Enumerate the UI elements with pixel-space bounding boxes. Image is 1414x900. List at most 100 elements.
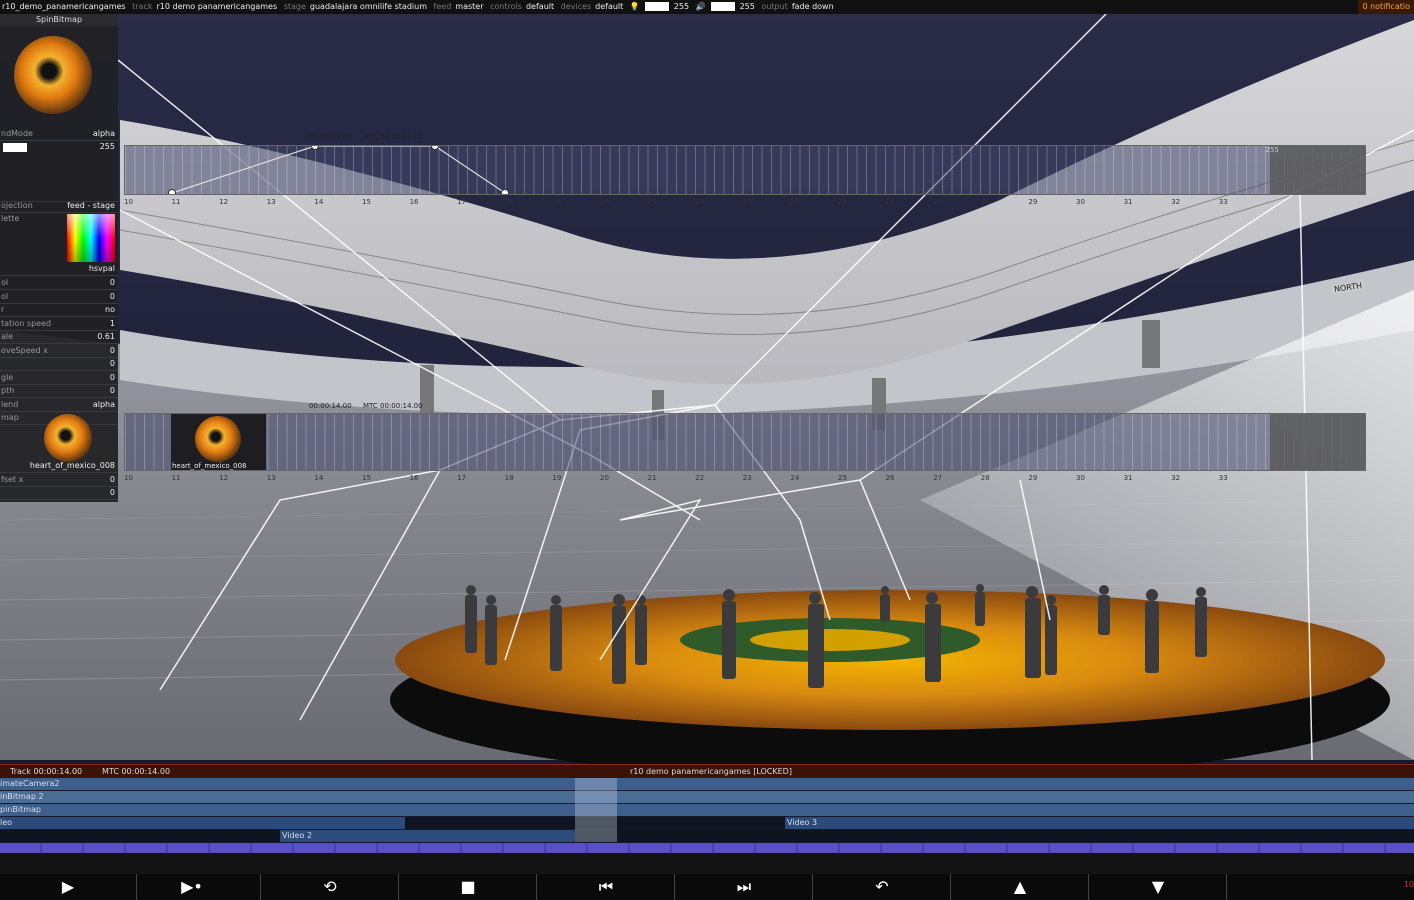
devices-selector[interactable]: default: [593, 2, 625, 11]
sequencer-scroll-area[interactable]: [0, 853, 1414, 874]
property-row[interactable]: fset x 0: [0, 474, 118, 487]
hsv-palette-swatch[interactable]: [67, 214, 115, 262]
ruler-tick-label: 10: [124, 474, 133, 482]
property-label: fset x: [1, 475, 24, 484]
ruler-tick-label: 26: [885, 198, 895, 206]
blend-mode-row[interactable]: ndMode alpha: [0, 128, 118, 141]
output-selector[interactable]: fade down: [790, 2, 836, 11]
property-label: lend: [1, 399, 19, 409]
loop-button[interactable]: ⟲: [262, 874, 399, 900]
playhead-column[interactable]: [575, 778, 617, 842]
play-button[interactable]: ▶: [0, 874, 137, 900]
ruler-tick-label: 25: [838, 198, 847, 206]
ruler-tick-label: 32: [1171, 474, 1181, 482]
keyframe-point[interactable]: [168, 189, 176, 195]
property-row[interactable]: gle 0: [0, 372, 118, 385]
blend-mode-label: ndMode: [1, 129, 33, 138]
ruler-tick-label: 22: [695, 474, 705, 482]
move-up-button[interactable]: ▲: [952, 874, 1089, 900]
ruler-tick-label: 16: [409, 198, 419, 206]
play-from-cursor-button[interactable]: ▶•: [124, 874, 261, 900]
ruler-tick-label: 28: [980, 198, 990, 206]
cue-strip[interactable]: [0, 843, 1414, 853]
property-value: 0: [109, 278, 115, 287]
automation-timeline-bitmap[interactable]: heart_of_mexico_008: [124, 413, 1366, 471]
palette-row[interactable]: lette hsvpal: [0, 213, 118, 276]
property-value: alpha: [92, 399, 115, 409]
layer-properties-panel: SpinBitmap ndMode alpha 255 ojection fee…: [0, 14, 118, 502]
video-clip[interactable]: Video 2: [280, 830, 575, 842]
light-level-slider[interactable]: [644, 2, 669, 11]
track-row[interactable]: leo Video 3: [0, 817, 1414, 829]
opacity-row[interactable]: 255: [0, 141, 118, 202]
property-value: 0: [109, 488, 115, 497]
controls-selector[interactable]: default: [524, 2, 556, 11]
stop-button[interactable]: ■: [400, 874, 537, 900]
stage-key: stage: [283, 2, 306, 11]
track-row[interactable]: inBitmap 2: [0, 791, 1414, 803]
ruler-tick-label: 25: [838, 474, 847, 482]
automation-timeline-opacity[interactable]: 255: [124, 145, 1366, 195]
property-row[interactable]: ale 0.61: [0, 331, 118, 344]
skip-forward-icon: ⏭: [736, 877, 752, 896]
track-row[interactable]: pinBitmap: [0, 804, 1414, 816]
volume-slider[interactable]: [710, 2, 735, 11]
record-indicator[interactable]: 10: [1404, 880, 1414, 889]
opacity-swatch[interactable]: [3, 143, 27, 152]
ruler-tick-label: 33: [1218, 198, 1228, 206]
bitmap-keyframe[interactable]: heart_of_mexico_008: [171, 414, 266, 470]
bitmap-thumb-row[interactable]: heart_of_mexico_008: [0, 410, 118, 473]
video-clip[interactable]: Video 3: [785, 817, 1414, 829]
property-row[interactable]: ol 0: [0, 277, 118, 290]
property-row[interactable]: 0: [0, 358, 118, 371]
property-row[interactable]: tation speed 1: [0, 318, 118, 331]
project-name[interactable]: r10_demo_panamericangames: [0, 2, 128, 11]
ruler-tick-label: 19: [552, 474, 562, 482]
bitmap-keyframe-thumbnail: [195, 416, 241, 462]
property-row[interactable]: ol 0: [0, 291, 118, 304]
undo-button[interactable]: ↶: [814, 874, 951, 900]
ruler-tick-label: 30: [1076, 474, 1085, 482]
property-row[interactable]: 0: [0, 487, 118, 500]
property-row[interactable]: r no: [0, 304, 118, 317]
ruler-tick-label: 14: [314, 198, 324, 206]
property-row[interactable]: pth 0: [0, 385, 118, 398]
property-value: 1: [109, 318, 115, 328]
move-down-button[interactable]: ▼: [1090, 874, 1227, 900]
ruler-tick-label: 26: [885, 474, 895, 482]
stage-selector[interactable]: guadalajara omnilife stadium: [308, 2, 429, 11]
arrow-up-icon: ▲: [1013, 877, 1027, 896]
property-value: 0: [109, 345, 115, 355]
track-row[interactable]: Video 2: [0, 830, 1414, 842]
clip-label: Video 2: [282, 831, 313, 840]
ruler-tick-label: 15: [362, 474, 371, 482]
property-label: ale: [1, 332, 14, 341]
ruler-tick-label: 31: [1123, 198, 1133, 206]
feed-selector[interactable]: master: [453, 2, 485, 11]
video-clip[interactable]: leo: [0, 817, 405, 829]
ruler-tick-label: 13: [266, 198, 276, 206]
clip-label: leo: [0, 818, 13, 827]
keyframe-point[interactable]: [431, 146, 439, 150]
ruler-tick-label: 11: [171, 474, 181, 482]
output-key: output: [761, 2, 788, 11]
bitmap-keyframe-label: heart_of_mexico_008: [172, 462, 247, 470]
property-label: oveSpeed x: [1, 345, 48, 355]
track-row[interactable]: imateCamera2: [0, 778, 1414, 790]
projection-label: ojection: [1, 201, 33, 210]
ruler-tick-label: 21: [647, 474, 657, 482]
ruler-tick-label: 29: [1028, 198, 1038, 206]
feed-key: feed: [433, 2, 452, 11]
property-label: ol: [1, 278, 9, 287]
projection-row[interactable]: ojection feed - stage: [0, 200, 118, 213]
automation-curve[interactable]: [125, 146, 1365, 194]
keyframe-point[interactable]: [311, 146, 319, 150]
next-button[interactable]: ⏭: [676, 874, 813, 900]
notifications-badge[interactable]: 0 notificatio: [1358, 0, 1414, 14]
bitmap-thumbnail[interactable]: [44, 414, 92, 462]
property-row[interactable]: oveSpeed x 0: [0, 345, 118, 358]
track-selector[interactable]: r10 demo panamericangames: [154, 2, 279, 11]
sequencer-status-bar: Track 00:00:14.00 MTC 00:00:14.00 r10 de…: [0, 764, 1414, 778]
keyframe-point[interactable]: [501, 189, 509, 195]
previous-button[interactable]: ⏮: [538, 874, 675, 900]
